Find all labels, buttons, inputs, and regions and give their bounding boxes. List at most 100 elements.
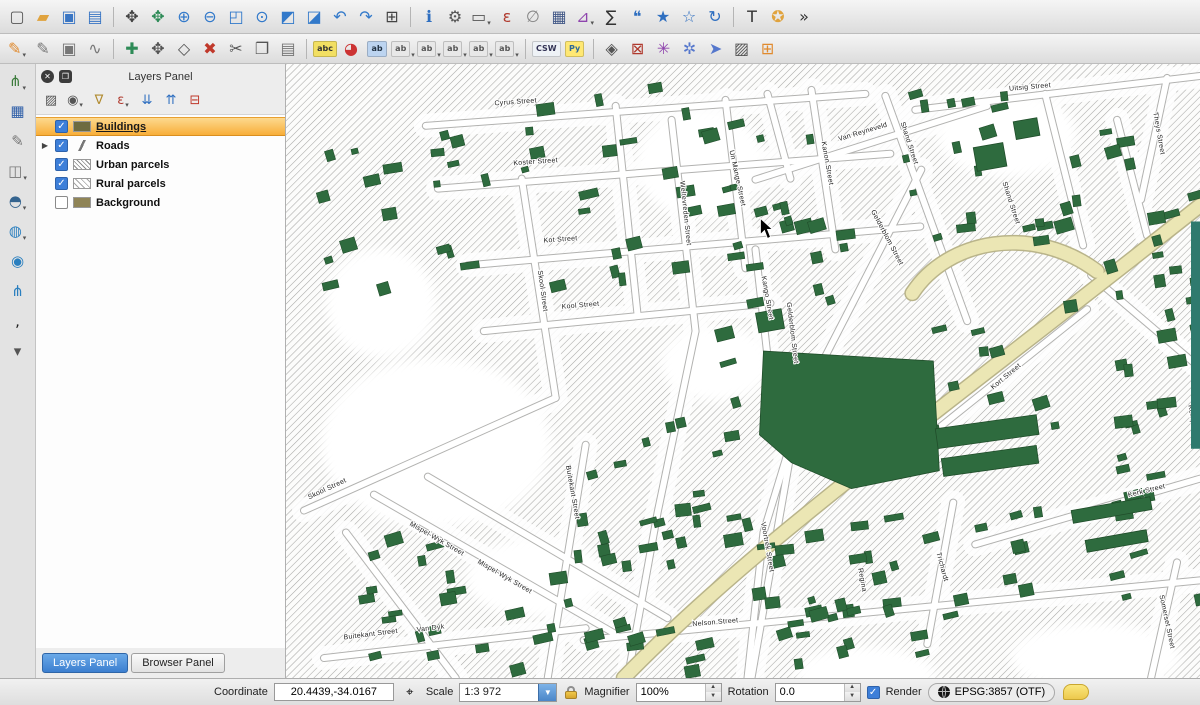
open-attribute-table-button[interactable]: ▦ <box>546 5 572 29</box>
rotation-input[interactable] <box>776 684 844 701</box>
new-shapefile-layer-button[interactable]: ✎ <box>3 128 33 154</box>
new-map-view-button[interactable]: ⊞ <box>379 5 405 29</box>
copy-features-button[interactable]: ❐ <box>249 37 275 61</box>
magnifier-up-icon[interactable]: ▲ <box>706 684 721 693</box>
add-postgis-layer-button[interactable]: ◓▾ <box>3 188 33 214</box>
tab-layers-panel[interactable]: Layers Panel <box>42 653 128 673</box>
move-feature-button[interactable]: ✥ <box>145 37 171 61</box>
coordinate-input[interactable] <box>274 683 394 701</box>
layer-labeling-options-button[interactable]: abc <box>312 37 338 61</box>
remove-layer-button[interactable]: ⊟ <box>184 90 206 111</box>
statistical-summary-button[interactable]: ∑ <box>598 5 624 29</box>
layer-row-buildings[interactable]: ✓Buildings <box>36 117 285 136</box>
zoom-out-button[interactable]: ⊖ <box>197 5 223 29</box>
highlight-pinned-labels-button[interactable]: ab <box>364 37 390 61</box>
open-layer-styling-button[interactable]: ▨ <box>40 90 62 111</box>
add-spatialite-layer-button[interactable]: ◫▾ <box>3 158 33 184</box>
rotation-up-icon[interactable]: ▲ <box>845 684 860 693</box>
reshape-features-button[interactable]: ✳ <box>651 37 677 61</box>
expand-all-button[interactable]: ⇊ <box>136 90 158 111</box>
rotate-label-button[interactable]: ab▾ <box>416 37 442 61</box>
new-project-button[interactable]: ▢ <box>4 5 30 29</box>
label-properties-button[interactable]: ab▾ <box>468 37 494 61</box>
deselect-all-button[interactable]: ∅ <box>520 5 546 29</box>
map-canvas[interactable]: Cyrus StreetKoster StreetKot StreetKool … <box>286 64 1200 678</box>
digitize-with-curve-button[interactable]: ∿ <box>82 37 108 61</box>
new-layer-menu-button[interactable]: ▾ <box>3 338 33 364</box>
rotation-down-icon[interactable]: ▼ <box>845 692 860 701</box>
move-label-button[interactable]: ab▾ <box>390 37 416 61</box>
mouse-position-toggle-icon[interactable]: ⌖ <box>400 682 420 702</box>
save-project-as-button[interactable]: ▤ <box>82 5 108 29</box>
text-annotation-button[interactable]: T <box>739 5 765 29</box>
paste-features-button[interactable]: ▤ <box>275 37 301 61</box>
expander-icon[interactable]: ▶ <box>40 141 50 150</box>
filter-by-expression-button[interactable]: ε▾ <box>112 90 134 111</box>
delete-selected-button[interactable]: ✖ <box>197 37 223 61</box>
topology-checker-button[interactable]: ⊠ <box>625 37 651 61</box>
change-label-button[interactable]: ab▾ <box>442 37 468 61</box>
select-by-expression-button[interactable]: ε <box>494 5 520 29</box>
scale-combo[interactable]: 1:3 972 ▼ <box>459 683 557 702</box>
show-bookmarks-button[interactable]: ☆ <box>676 5 702 29</box>
add-wms-layer-button[interactable]: ◍▾ <box>3 218 33 244</box>
geometry-checker-button[interactable]: ◈ <box>599 37 625 61</box>
magnifier-input[interactable] <box>637 684 705 701</box>
rotation-spinbox[interactable]: ▲ ▼ <box>775 683 861 702</box>
run-feature-action-button[interactable]: ⚙ <box>442 5 468 29</box>
diagram-options-button[interactable]: ab▾ <box>494 37 520 61</box>
zoom-last-button[interactable]: ↶ <box>327 5 353 29</box>
add-raster-layer-button[interactable]: ▦ <box>3 98 33 124</box>
pin-labels-button[interactable]: ✪ <box>765 5 791 29</box>
scale-lock-icon[interactable] <box>563 686 578 699</box>
zoom-to-selection-button[interactable]: ◩ <box>275 5 301 29</box>
panel-float-icon[interactable]: ❐ <box>59 70 72 83</box>
layer-styling-dock-button[interactable]: ▨ <box>729 37 755 61</box>
refresh-map-button[interactable]: ↻ <box>702 5 728 29</box>
toolbar-overflow-button[interactable]: » <box>791 5 817 29</box>
cut-features-button[interactable]: ✂ <box>223 37 249 61</box>
attributes-dock-button[interactable]: ⊞ <box>755 37 781 61</box>
add-wcs-layer-button[interactable]: ◉ <box>3 248 33 274</box>
layer-visibility-checkbox[interactable]: ✓ <box>55 177 68 190</box>
offset-curve-button[interactable]: ✲ <box>677 37 703 61</box>
collapse-all-button[interactable]: ⇈ <box>160 90 182 111</box>
pan-to-selection-button[interactable]: ✥ <box>145 5 171 29</box>
tab-browser-panel[interactable]: Browser Panel <box>131 653 225 673</box>
advanced-digitizing-button[interactable]: ➤ <box>703 37 729 61</box>
pan-map-button[interactable]: ✥ <box>119 5 145 29</box>
layer-row-urban-parcels[interactable]: ✓Urban parcels <box>36 155 285 174</box>
save-project-button[interactable]: ▣ <box>56 5 82 29</box>
zoom-to-layer-button[interactable]: ◪ <box>301 5 327 29</box>
render-checkbox[interactable]: ✓ <box>867 686 880 699</box>
map-tips-button[interactable]: ❝ <box>624 5 650 29</box>
new-bookmark-button[interactable]: ★ <box>650 5 676 29</box>
panel-close-icon[interactable]: ✕ <box>41 70 54 83</box>
layer-visibility-checkbox[interactable]: ✓ <box>55 120 68 133</box>
chevron-down-icon[interactable]: ▼ <box>538 684 556 701</box>
manage-map-themes-button[interactable]: ◉▾ <box>64 90 86 111</box>
add-wfs-layer-button[interactable]: ⋔ <box>3 278 33 304</box>
zoom-full-button[interactable]: ◰ <box>223 5 249 29</box>
layer-visibility-checkbox[interactable] <box>55 196 68 209</box>
python-console-button[interactable]: Py <box>562 37 588 61</box>
save-layer-edits-button[interactable]: ▣ <box>56 37 82 61</box>
identify-features-button[interactable]: ℹ <box>416 5 442 29</box>
magnifier-down-icon[interactable]: ▼ <box>706 692 721 701</box>
layer-visibility-checkbox[interactable]: ✓ <box>55 139 68 152</box>
open-project-button[interactable]: ▰ <box>30 5 56 29</box>
measure-button[interactable]: ⊿▾ <box>572 5 598 29</box>
layer-row-background[interactable]: Background <box>36 193 285 212</box>
messages-icon[interactable] <box>1063 684 1089 700</box>
crs-button[interactable]: EPSG:3857 (OTF) <box>928 683 1055 702</box>
add-feature-button[interactable]: ✚ <box>119 37 145 61</box>
layer-row-rural-parcels[interactable]: ✓Rural parcels <box>36 174 285 193</box>
node-tool-button[interactable]: ◇ <box>171 37 197 61</box>
magnifier-spinbox[interactable]: ▲ ▼ <box>636 683 722 702</box>
layer-visibility-checkbox[interactable]: ✓ <box>55 158 68 171</box>
label-value-map-button[interactable]: ◕ <box>338 37 364 61</box>
metasearch-csw-button[interactable]: CSW <box>531 37 562 61</box>
filter-legend-button[interactable]: ∇ <box>88 90 110 111</box>
toggle-editing-button[interactable]: ✎ <box>30 37 56 61</box>
add-vector-layer-button[interactable]: ⋔▾ <box>3 68 33 94</box>
